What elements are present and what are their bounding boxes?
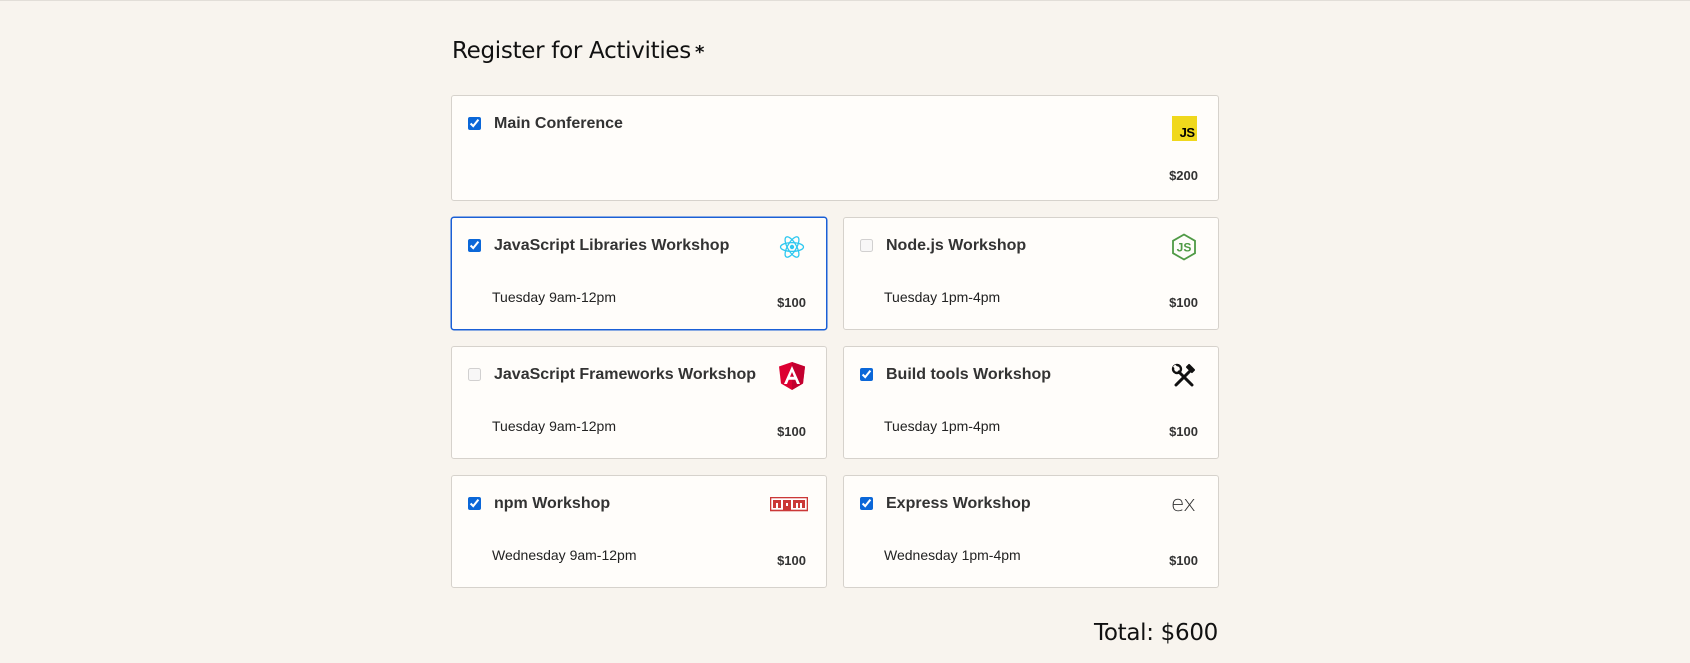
activity-nodejs[interactable]: Node.js Workshop JS Tuesday 1pm-4pm $100: [843, 217, 1219, 330]
activities-grid: Main Conference JS $200 JavaScript Libra…: [451, 95, 1221, 588]
nodejs-checkbox[interactable]: [860, 239, 873, 252]
required-asterisk: *: [694, 42, 705, 63]
activity-time: Wednesday 9am-12pm: [492, 547, 637, 563]
activity-build-tools[interactable]: Build tools Workshop Tuesday 1pm-4pm $10…: [843, 346, 1219, 459]
activities-fieldset: Register for Activities * Main Conference…: [451, 38, 1221, 588]
activity-js-frameworks[interactable]: JavaScript Frameworks Workshop Tuesday 9…: [451, 346, 827, 459]
total-cost: Total: $600: [1093, 620, 1218, 646]
activity-price: $100: [1169, 295, 1198, 310]
activity-js-libraries[interactable]: JavaScript Libraries Workshop Tuesday 9a…: [451, 217, 827, 330]
activity-name: npm Workshop: [494, 495, 611, 512]
main-conference-checkbox[interactable]: [468, 117, 481, 130]
hammer-wrench-icon: [1170, 362, 1198, 390]
build-tools-checkbox[interactable]: [860, 368, 873, 381]
activity-price: $100: [777, 553, 806, 568]
activity-price: $100: [1169, 424, 1198, 439]
activity-name: Express Workshop: [886, 495, 1031, 512]
activity-price: $100: [777, 295, 806, 310]
javascript-logo-icon: JS: [1170, 114, 1198, 142]
activity-name: JavaScript Libraries Workshop: [494, 237, 730, 254]
activity-price: $100: [1169, 553, 1198, 568]
activities-title: Register for Activities: [452, 38, 691, 64]
npm-logo-icon: [770, 491, 808, 519]
activity-time: Tuesday 1pm-4pm: [884, 418, 1001, 434]
activity-time: Wednesday 1pm-4pm: [884, 547, 1021, 563]
activity-price: $200: [1169, 168, 1198, 183]
activity-time: Tuesday 9am-12pm: [492, 289, 616, 305]
activity-time: Tuesday 9am-12pm: [492, 418, 616, 434]
js-frameworks-checkbox[interactable]: [468, 368, 481, 381]
activity-price: $100: [777, 424, 806, 439]
js-libraries-checkbox[interactable]: [468, 239, 481, 252]
activities-legend: Register for Activities *: [452, 38, 1221, 82]
svg-text:JS: JS: [1177, 241, 1192, 255]
activity-npm[interactable]: npm Workshop Wednesday 9am-12pm $100: [451, 475, 827, 588]
express-checkbox[interactable]: [860, 497, 873, 510]
react-logo-icon: [778, 233, 806, 261]
top-divider: [0, 0, 1690, 1]
express-logo-icon: ex: [1170, 492, 1196, 517]
activity-name: Node.js Workshop: [886, 237, 1027, 254]
activity-name: JavaScript Frameworks Workshop: [494, 366, 757, 383]
activity-express[interactable]: Express Workshop ex Wednesday 1pm-4pm $1…: [843, 475, 1219, 588]
angular-logo-icon: [778, 362, 806, 390]
npm-checkbox[interactable]: [468, 497, 481, 510]
activity-time: Tuesday 1pm-4pm: [884, 289, 1001, 305]
nodejs-logo-icon: JS: [1170, 233, 1198, 261]
activity-main-conference[interactable]: Main Conference JS $200: [451, 95, 1219, 201]
activity-name: Build tools Workshop: [886, 366, 1052, 383]
activity-name: Main Conference: [494, 115, 623, 132]
